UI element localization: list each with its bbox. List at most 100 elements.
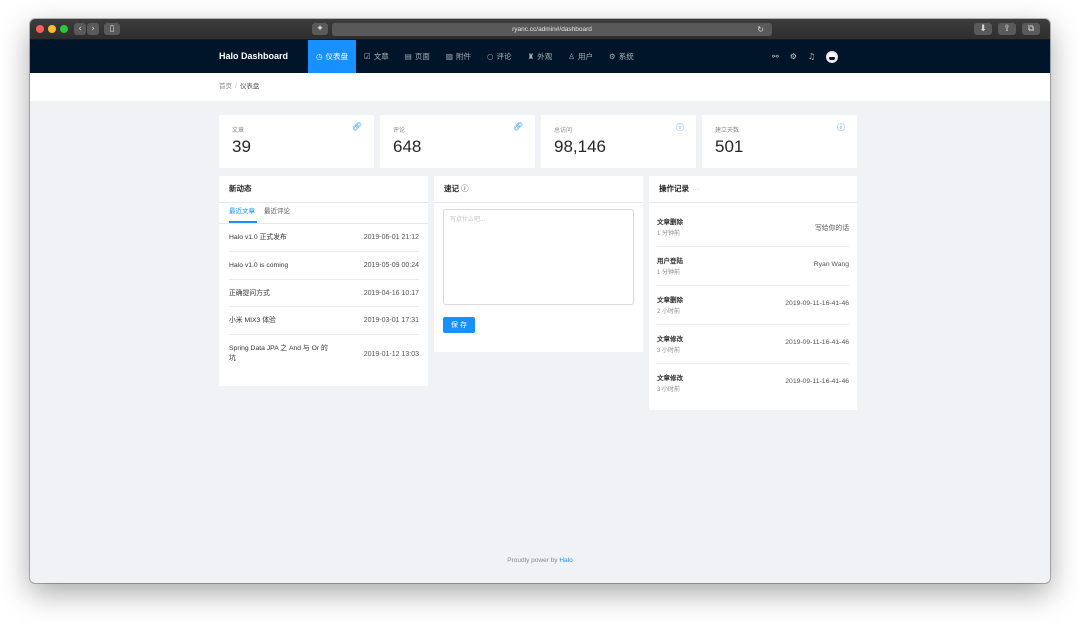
tab-recent-posts[interactable]: 最近文章 xyxy=(229,203,255,221)
extension-icon[interactable]: ✦ xyxy=(312,23,328,35)
nav-item-posts[interactable]: ☑ 文章 xyxy=(356,40,397,73)
log-time: 3 小时前 xyxy=(657,387,681,393)
nav-item-dashboard[interactable]: ◷ 仪表盘 xyxy=(308,40,357,73)
app-header: Halo Dashboard ◷ 仪表盘 ☑ 文章 ▤ 页面 ▨ 附件 ○ 评论 xyxy=(30,40,1050,73)
app-logo[interactable]: Halo Dashboard xyxy=(219,40,288,73)
stat-value: 501 xyxy=(715,137,744,156)
post-title[interactable]: Halo v1.0 正式发布 xyxy=(229,233,334,243)
stat-label: 文章 xyxy=(232,128,245,134)
browser-window: ‹ › ▯ ✦ ryanc.cc/admin#/dashboard ↻ ⬇ ⇪ … xyxy=(30,19,1050,583)
tabs-overview-icon[interactable]: ⧉ xyxy=(1022,23,1040,35)
nav-item-label: 仪表盘 xyxy=(325,52,349,61)
list-item: 文章修改 3 小时前 2019-09-11-16-41-46 xyxy=(657,325,849,364)
log-time: 1 分钟前 xyxy=(657,231,681,237)
read-icon: ▤ xyxy=(404,52,412,61)
footer-halo-link[interactable]: Halo xyxy=(559,557,572,564)
form-icon: ☑ xyxy=(364,52,371,61)
nav-item-pages[interactable]: ▤ 页面 xyxy=(397,40,438,73)
link-icon[interactable]: 🔗︎ xyxy=(352,122,362,131)
save-button[interactable]: 保 存 xyxy=(443,317,475,333)
address-bar[interactable]: ryanc.cc/admin#/dashboard ↻ xyxy=(332,23,772,36)
post-title[interactable]: 正确提问方式 xyxy=(229,289,334,299)
sidebar-toggle-icon[interactable]: ▯ xyxy=(104,23,120,35)
panel-title: 新动态 xyxy=(229,184,252,193)
link-icon[interactable]: 🔗︎ xyxy=(513,122,523,131)
header-actions: ⚯ ⚙ ♫ xyxy=(772,40,839,73)
nav-item-comments[interactable]: ○ 评论 xyxy=(479,40,520,73)
fullscreen-window-button[interactable] xyxy=(60,25,68,33)
nav-item-label: 附件 xyxy=(455,52,471,61)
list-item[interactable]: 正确提问方式 2019-04-16 10:17 xyxy=(229,280,419,307)
info-circle-icon[interactable]: ⓘ xyxy=(837,122,845,133)
log-type: 用户登陆 xyxy=(657,258,683,265)
stat-card-comments: 评论 648 🔗︎ xyxy=(380,115,535,168)
logs-title: 操作记录 xyxy=(659,184,689,193)
bell-icon[interactable]: ♫ xyxy=(808,52,815,61)
notes-panel: 速记 ⓘ 保 存 xyxy=(434,176,643,352)
post-date: 2019-06-01 21:12 xyxy=(363,234,419,241)
stat-value: 648 xyxy=(393,137,422,156)
post-date: 2019-01-12 13:03 xyxy=(363,351,419,358)
nav-item-label: 评论 xyxy=(496,52,512,61)
stat-value: 98,146 xyxy=(554,137,606,156)
breadcrumb-bar: 首页 / 仪表盘 xyxy=(30,73,1050,101)
log-content: Ryan Wang xyxy=(813,261,849,268)
info-circle-icon[interactable]: ⓘ xyxy=(676,122,684,133)
panel-title: 速记 ⓘ xyxy=(444,176,469,202)
log-content: 2019-09-11-16-41-46 xyxy=(785,300,849,307)
log-content: 写给你的话 xyxy=(815,225,849,232)
post-date: 2019-05-09 00:24 xyxy=(363,262,419,269)
log-time: 1 分钟前 xyxy=(657,270,681,276)
post-title[interactable]: Halo v1.0 is coming xyxy=(229,261,334,271)
stat-label: 建立天数 xyxy=(715,128,740,134)
nav-item-system[interactable]: ⚙ 系统 xyxy=(601,40,642,73)
list-item[interactable]: Halo v1.0 正式发布 2019-06-01 21:12 xyxy=(229,224,419,252)
nav-item-label: 系统 xyxy=(618,52,634,61)
back-icon[interactable]: ‹ xyxy=(74,23,86,35)
list-item: 文章删除 1 分钟前 写给你的话 xyxy=(657,208,849,247)
nav-item-label: 文章 xyxy=(373,52,389,61)
list-item: 用户登陆 1 分钟前 Ryan Wang xyxy=(657,247,849,286)
footer: Proudly power by Halo xyxy=(30,557,1050,564)
minimize-window-button[interactable] xyxy=(48,25,56,33)
download-icon[interactable]: ⬇ xyxy=(974,23,992,35)
list-item[interactable]: Spring Data JPA 之 And 与 Or 的坑 2019-01-12… xyxy=(229,335,419,375)
dashboard-icon: ◷ xyxy=(316,52,323,61)
log-type: 文章修改 xyxy=(657,336,683,343)
post-title[interactable]: Spring Data JPA 之 And 与 Or 的坑 xyxy=(229,344,334,364)
forward-icon[interactable]: › xyxy=(87,23,99,35)
log-type: 文章删除 xyxy=(657,219,683,226)
stat-card-visits: 总访问 98,146 ⓘ xyxy=(541,115,696,168)
operation-log-panel: 操作记录 ··· 文章删除 1 分钟前 写给你的话 用户登陆 1 分钟前 Ryan… xyxy=(649,176,857,410)
breadcrumb-current: 仪表盘 xyxy=(239,83,260,90)
reload-icon[interactable]: ↻ xyxy=(757,23,764,36)
list-item[interactable]: 小米 MIX3 体验 2019-03-01 17:31 xyxy=(229,307,419,335)
setting-icon: ⚙ xyxy=(608,52,616,61)
activity-panel: 新动态 最近文章 最近评论 Halo v1.0 正式发布 2019-06-01 … xyxy=(219,176,428,386)
nav-item-appearance[interactable]: ♜ 外观 xyxy=(520,40,561,73)
skin-icon: ♜ xyxy=(527,52,535,61)
stat-card-days: 建立天数 501 ⓘ xyxy=(702,115,857,168)
info-circle-icon[interactable]: ⓘ xyxy=(461,184,469,193)
list-item[interactable]: Halo v1.0 is coming 2019-05-09 00:24 xyxy=(229,252,419,280)
breadcrumb-home[interactable]: 首页 xyxy=(219,83,232,90)
post-title[interactable]: 小米 MIX3 体验 xyxy=(229,316,334,326)
more-icon[interactable]: ··· xyxy=(692,184,700,193)
close-window-button[interactable] xyxy=(36,25,44,33)
notes-title: 速记 xyxy=(444,184,459,193)
link-icon[interactable]: ⚯ xyxy=(772,52,779,61)
user-icon: ♙ xyxy=(568,52,575,61)
nav-item-attachments[interactable]: ▨ 附件 xyxy=(438,40,479,73)
nav-item-users[interactable]: ♙ 用户 xyxy=(560,40,601,73)
tab-recent-comments[interactable]: 最近评论 xyxy=(264,203,290,221)
log-time: 2 小时前 xyxy=(657,309,681,315)
stat-value: 39 xyxy=(232,137,251,156)
panel-title: 操作记录 ··· xyxy=(659,176,700,202)
avatar[interactable] xyxy=(826,50,839,63)
setting-icon[interactable]: ⚙ xyxy=(790,52,797,61)
footer-text: Proudly power by xyxy=(507,557,560,564)
share-icon[interactable]: ⇪ xyxy=(998,23,1016,35)
note-textarea[interactable] xyxy=(443,209,634,305)
post-date: 2019-04-16 10:17 xyxy=(363,290,419,297)
activity-tabs: 最近文章 最近评论 xyxy=(219,203,428,223)
